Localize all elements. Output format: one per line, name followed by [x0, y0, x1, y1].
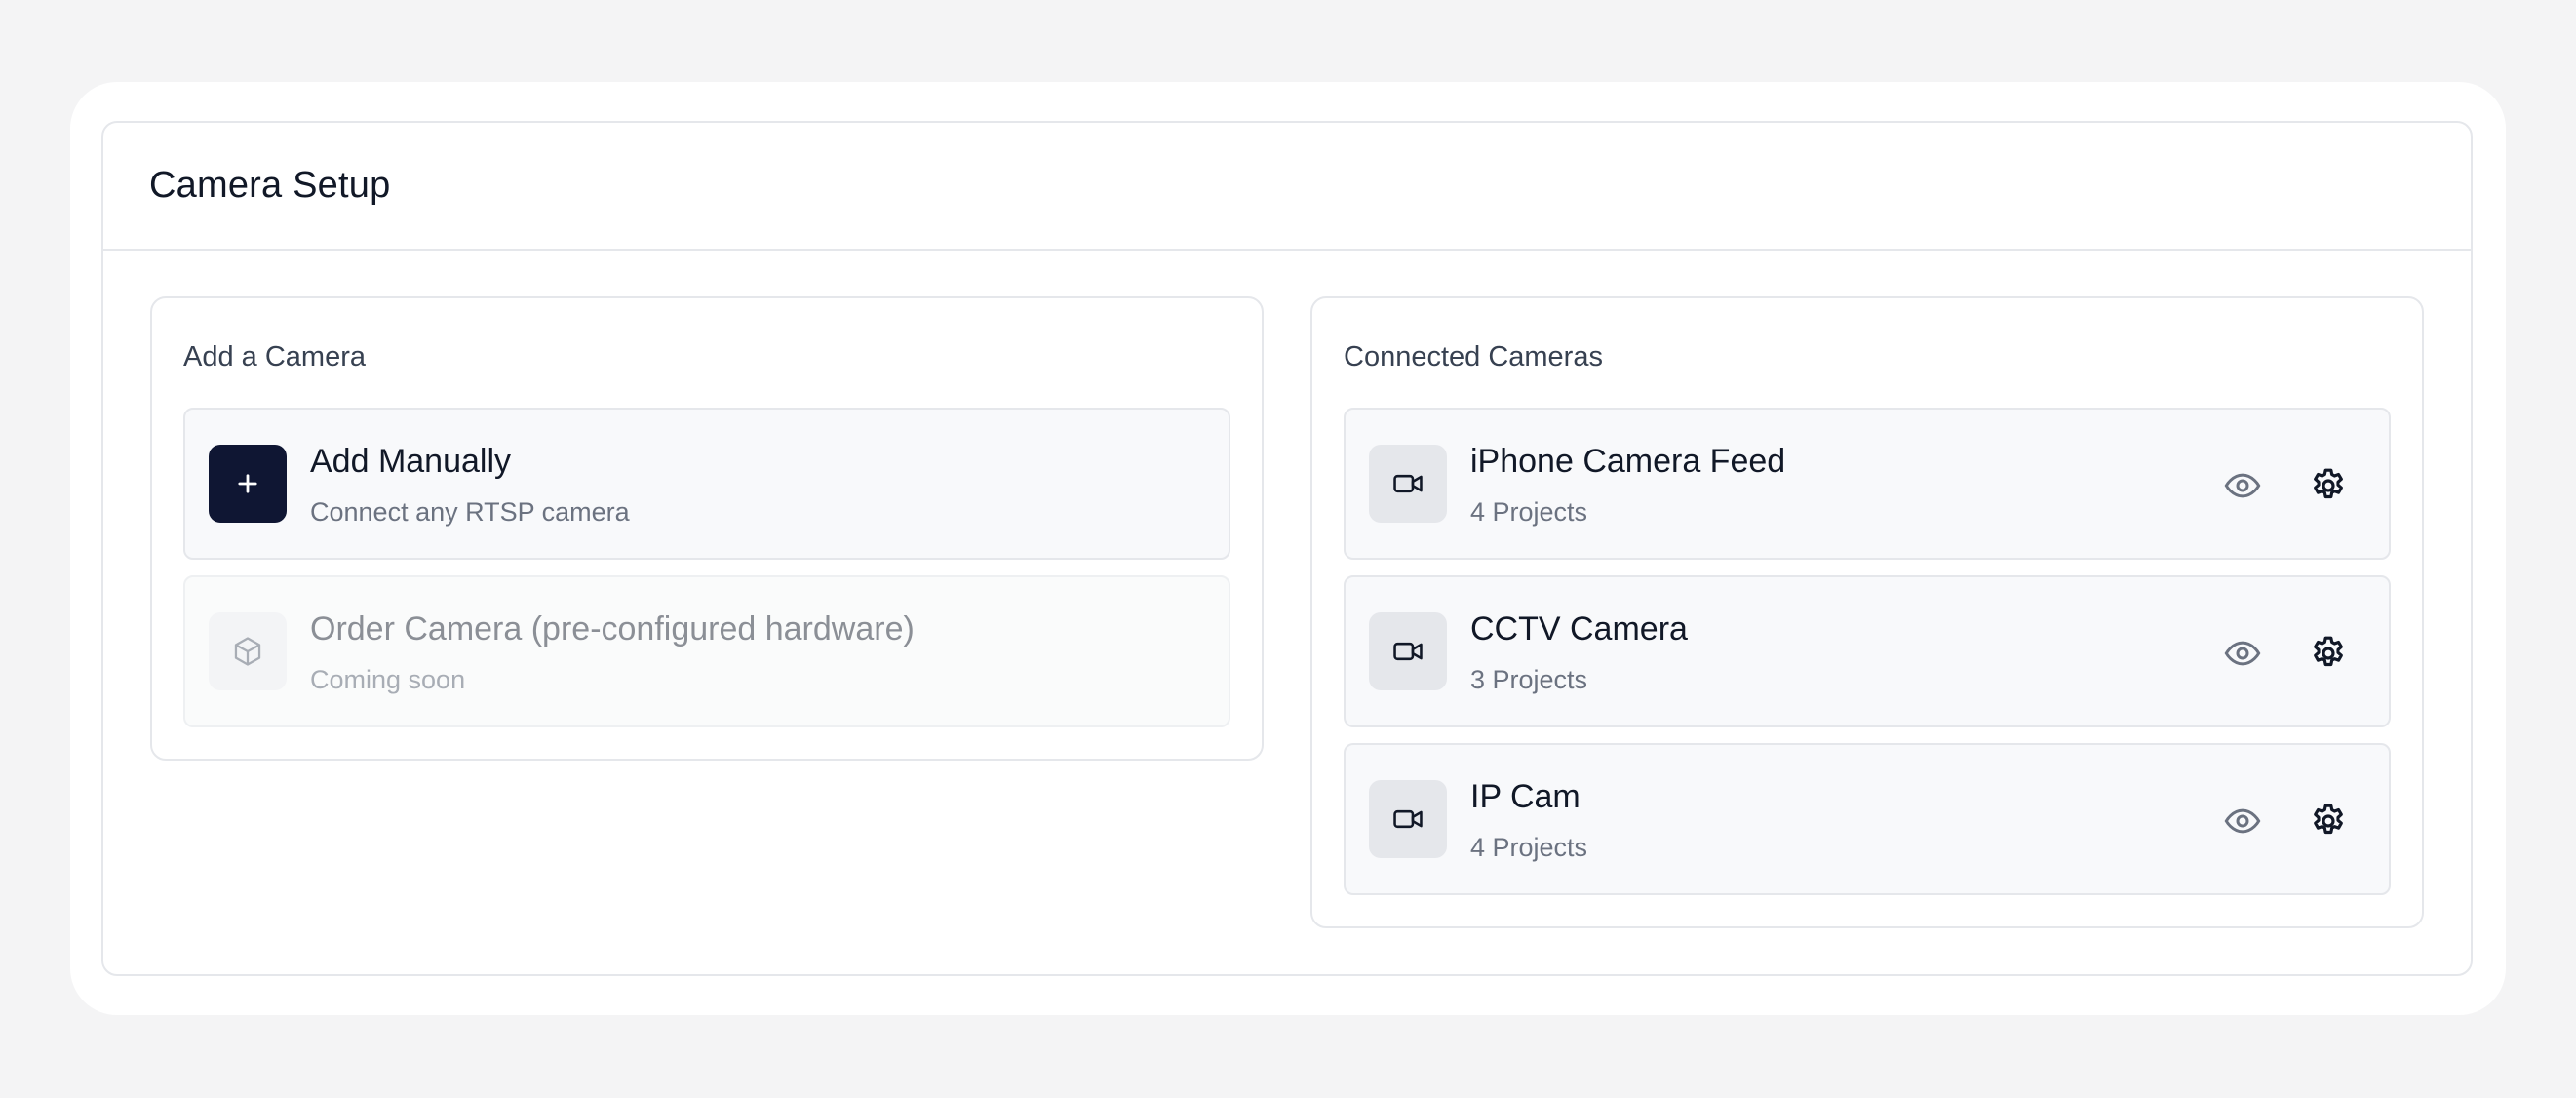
page-title: Camera Setup [149, 165, 391, 206]
camera-row[interactable]: CCTV Camera 3 Projects [1344, 575, 2391, 727]
add-camera-panel: Add a Camera Add Manually Connect any RT… [150, 296, 1264, 761]
add-camera-panel-title: Add a Camera [183, 341, 366, 373]
add-manually-option[interactable]: Add Manually Connect any RTSP camera [183, 408, 1230, 560]
settings-gear-icon[interactable] [2303, 628, 2354, 679]
option-title: Add Manually [310, 443, 512, 480]
connected-cameras-panel: Connected Cameras iPhone Camera Feed 4 P… [1310, 296, 2424, 928]
box-icon [209, 612, 287, 690]
view-eye-icon[interactable] [2217, 460, 2268, 511]
camera-projects: 3 Projects [1470, 665, 1588, 694]
option-title: Order Camera (pre-configured hardware) [310, 610, 915, 647]
order-camera-option: Order Camera (pre-configured hardware) C… [183, 575, 1230, 727]
camera-setup-card: Camera Setup Add a Camera Add Manually C… [101, 121, 2473, 976]
view-eye-icon[interactable] [2217, 628, 2268, 679]
connected-cameras-panel-title: Connected Cameras [1344, 341, 1603, 373]
option-subtitle: Coming soon [310, 665, 466, 694]
card-header: Camera Setup [103, 123, 2471, 251]
video-camera-icon [1369, 612, 1447, 690]
camera-projects: 4 Projects [1470, 497, 1588, 527]
settings-gear-icon[interactable] [2303, 460, 2354, 511]
plus-icon [209, 445, 287, 523]
settings-gear-icon[interactable] [2303, 796, 2354, 846]
camera-name: CCTV Camera [1470, 610, 1688, 647]
camera-row[interactable]: IP Cam 4 Projects [1344, 743, 2391, 895]
view-eye-icon[interactable] [2217, 796, 2268, 846]
camera-name: IP Cam [1470, 778, 1581, 815]
video-camera-icon [1369, 780, 1447, 858]
camera-row[interactable]: iPhone Camera Feed 4 Projects [1344, 408, 2391, 560]
page-container: Camera Setup Add a Camera Add Manually C… [70, 82, 2506, 1015]
camera-projects: 4 Projects [1470, 833, 1588, 862]
camera-name: iPhone Camera Feed [1470, 443, 1786, 480]
option-subtitle: Connect any RTSP camera [310, 497, 630, 527]
video-camera-icon [1369, 445, 1447, 523]
